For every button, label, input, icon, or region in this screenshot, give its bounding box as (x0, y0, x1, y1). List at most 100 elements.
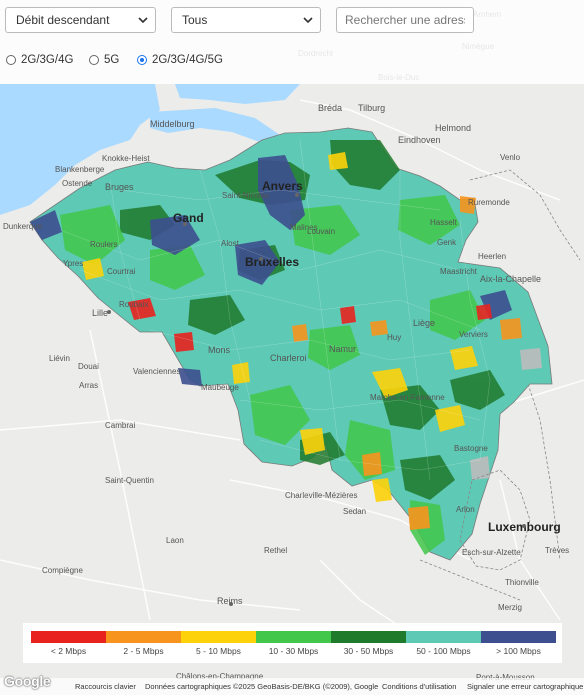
region-2-5 (500, 318, 522, 340)
metric-select-value: Débit descendant (16, 13, 110, 27)
controls-panel: Débit descendant Tous 2G/3G/4G 5G 2G/3G/… (0, 0, 584, 84)
legend-label: 50 - 100 Mbps (416, 646, 471, 656)
map-label: Mons (208, 345, 231, 355)
radio-2g3g4g[interactable]: 2G/3G/4G (6, 52, 73, 68)
map-label: Louvain (307, 227, 335, 236)
map-label: Genk (437, 238, 457, 247)
map-label: Laon (166, 536, 184, 545)
map-label: Marche-en-Famenne (370, 393, 445, 402)
map-label: Ruremonde (468, 198, 510, 207)
map-label: Knokke-Heist (102, 154, 150, 163)
map-label: Bruxelles (245, 255, 299, 269)
map-data-credit: Données cartographiques ©2025 GeoBasis-D… (145, 682, 379, 691)
map-label: Thionville (505, 578, 539, 587)
google-logo: Google (4, 673, 51, 689)
region-2-5 (292, 324, 308, 342)
operator-select[interactable]: Tous (171, 7, 321, 33)
map-label: Huy (387, 333, 401, 342)
map-label: Eindhoven (398, 135, 441, 145)
map-label: Maastricht (440, 267, 478, 276)
terms-link[interactable]: Conditions d'utilisation (382, 682, 456, 691)
map-label: Roubaix (119, 300, 148, 309)
legend-labels: < 2 Mbps 2 - 5 Mbps 5 - 10 Mbps 10 - 30 Mbp… (31, 646, 556, 656)
map-label: Venlo (500, 153, 521, 162)
speed-legend: < 2 Mbps 2 - 5 Mbps 5 - 10 Mbps 10 - 30 Mbp… (23, 623, 562, 663)
region-below-2 (476, 304, 492, 320)
region-5-10 (232, 362, 250, 384)
map-label: Blankenberge (55, 165, 105, 174)
region-2-5 (408, 506, 430, 530)
legend-label: 5 - 10 Mbps (196, 646, 241, 656)
address-search-input[interactable] (336, 7, 474, 33)
legend-swatch (331, 631, 406, 643)
map-label: Esch-sur-Alzette (462, 548, 521, 557)
radio-dot (137, 55, 147, 65)
map-label: Tilburg (358, 103, 385, 113)
region-below-2 (174, 332, 194, 352)
map-label: Namur (329, 344, 356, 354)
legend-swatch (256, 631, 331, 643)
legend-label: 2 - 5 Mbps (123, 646, 164, 656)
map-label: Bastogne (454, 444, 488, 453)
map-label: Hasselt (430, 218, 457, 227)
map-label: Alost (221, 239, 240, 248)
map-label: Heerlen (478, 252, 506, 261)
radio-label: 2G/3G/4G/5G (152, 54, 223, 66)
radio-5g[interactable]: 5G (89, 52, 119, 68)
map-label: Trèves (545, 546, 569, 555)
map-label: Douai (78, 362, 99, 371)
map-label: Bréda (318, 103, 342, 113)
radio-2g3g4g5g[interactable]: 2G/3G/4G/5G (137, 52, 223, 68)
radio-label: 5G (104, 54, 120, 66)
map-canvas[interactable]: RotterdamArnhemNimègueDordrechtBois-le-D… (0, 0, 584, 695)
map-label: Helmond (435, 123, 471, 133)
map-label: Dunkerque (3, 222, 43, 231)
region-5-10 (82, 258, 104, 280)
map-label: Courtrai (107, 267, 136, 276)
region-no-data (520, 348, 542, 370)
map-label: Charleville-Mézières (285, 491, 357, 500)
map-label: Ypres (63, 259, 83, 268)
map-label: Liège (413, 318, 435, 328)
metric-select[interactable]: Débit descendant (5, 7, 156, 33)
legend-swatch (31, 631, 106, 643)
chevron-down-icon (303, 17, 313, 24)
region-2-5 (370, 320, 388, 336)
map-label: Valenciennes (133, 367, 180, 376)
map-label: Rethel (264, 546, 287, 555)
map-label: Liévin (49, 354, 70, 363)
map-label: Sedan (343, 507, 366, 516)
chevron-down-icon (138, 17, 148, 24)
map-label: Aix-la-Chapelle (480, 274, 541, 284)
map-label: Cambrai (105, 421, 135, 430)
legend-label: < 2 Mbps (50, 646, 87, 656)
map-label: Compiègne (42, 566, 83, 575)
legend-swatch (406, 631, 481, 643)
map-label: Saint-Quentin (105, 476, 154, 485)
map-label: Roulers (90, 240, 118, 249)
map-label: Merzig (498, 603, 522, 612)
report-error-link[interactable]: Signaler une erreur cartographique (467, 682, 583, 691)
legend-swatches (31, 631, 556, 643)
map-label: Arlon (456, 505, 475, 514)
keyboard-shortcuts-link[interactable]: Raccourcis clavier (75, 682, 136, 691)
operator-select-value: Tous (182, 13, 208, 27)
map-label: Saint-Nicolas (222, 191, 269, 200)
map-label: Gand (173, 211, 204, 225)
map-label: Verviers (459, 330, 488, 339)
map-label: Ostende (62, 179, 93, 188)
map-label: Bruges (105, 182, 134, 192)
radio-dot (6, 55, 16, 65)
legend-label: 10 - 30 Mbps (268, 646, 319, 656)
attribution-bar: Raccourcis clavier Données cartographiqu… (0, 678, 584, 695)
map-label: Arras (79, 381, 98, 390)
map-label: Lille (92, 308, 108, 318)
map-label: Charleroi (270, 353, 307, 363)
radio-dot (89, 55, 99, 65)
legend-label: 30 - 50 Mbps (343, 646, 394, 656)
legend-label: > 100 Mbps (496, 646, 541, 656)
legend-swatch (181, 631, 256, 643)
legend-swatch (106, 631, 181, 643)
radio-label: 2G/3G/4G (21, 54, 74, 66)
map-label: Maubeuge (201, 383, 239, 392)
